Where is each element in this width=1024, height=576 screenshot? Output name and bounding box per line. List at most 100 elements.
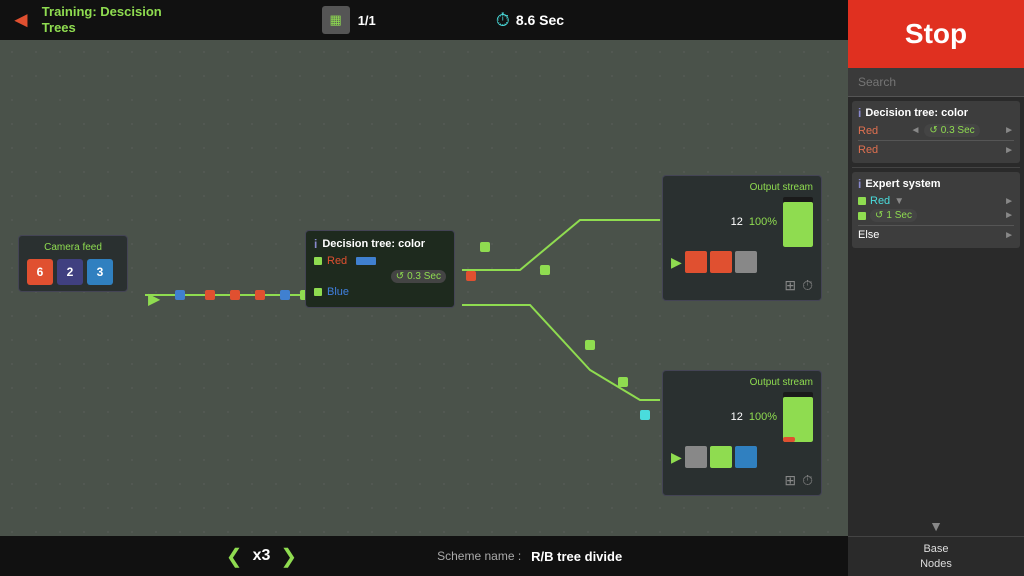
panel-expert-row-1: Red ▼ ► (858, 195, 1014, 207)
panel-row-red-1: Red ◄ 0.3 Sec ► (858, 124, 1014, 137)
header-center: ▦ 1/1 (322, 6, 376, 34)
output-stream-bottom[interactable]: Output stream 12 100% ▶ ⊞ ⏱ (662, 370, 822, 496)
panel-else-label: Else (858, 229, 879, 241)
output-top-layers-icon[interactable]: ⊞ (784, 277, 796, 294)
panel-expert-row-3: Else ► (858, 229, 1014, 241)
output-top-play: ▶ (671, 254, 682, 271)
chevron-right[interactable]: ❯ (280, 544, 297, 569)
output-top-clock-icon[interactable]: ⏱ (802, 277, 813, 294)
connector-mid-2 (585, 340, 595, 350)
panel-arrow-1: ◄ (910, 125, 920, 136)
connector-top-1 (540, 265, 550, 275)
decision-node-header: i Decision tree: color (314, 237, 446, 251)
panel-divider-2 (858, 225, 1014, 226)
header-bar: ◄ Training: Descision Trees ▦ 1/1 ⏱ 8.6 … (0, 0, 848, 40)
camera-feed-node[interactable]: Camera feed 6 2 3 (18, 235, 128, 292)
output-top-title: Output stream (671, 182, 813, 193)
panel-arrow-4: ► (1004, 196, 1014, 207)
connector-bottom-1 (640, 410, 650, 420)
decision-blue-row: Blue (314, 286, 446, 298)
panel-scroll[interactable]: i Decision tree: color Red ◄ 0.3 Sec ► R… (848, 97, 1024, 516)
panel-scroll-controls: ▼ (848, 516, 1024, 536)
connector-mid-red (466, 271, 476, 281)
decision-red-row: Red (314, 255, 446, 267)
panel-arrow-2: ► (1004, 125, 1014, 136)
flow-canvas[interactable]: Camera feed 6 2 3 ▶ i Decision tree: col… (0, 40, 848, 536)
cam-icon-3: 3 (87, 259, 113, 285)
panel-dropdown-arrow[interactable]: ▼ (894, 196, 904, 207)
count-icon: ▦ (322, 6, 350, 34)
cam-icon-6: 6 (27, 259, 53, 285)
panel-green-dot (858, 197, 866, 205)
connector-sq-2 (205, 290, 215, 300)
panel-label-red-1: Red (858, 125, 886, 137)
camera-feed-title: Camera feed (27, 242, 119, 253)
connector-sq-5 (280, 290, 290, 300)
multiplier-display: x3 (253, 547, 271, 565)
output-bottom-count: 12 (731, 411, 743, 423)
panel-card-title-2: Expert system (865, 178, 940, 190)
panel-row-red-2: Red ► (858, 144, 1014, 156)
timer-value: 8.6 Sec (516, 12, 564, 28)
panel-divider-1 (858, 140, 1014, 141)
camera-feed-icons: 6 2 3 (27, 259, 119, 285)
panel-info-badge-2[interactable]: i (858, 177, 861, 191)
connector-mid-top (480, 242, 490, 252)
panel-expert-red: Red (870, 195, 890, 207)
decision-tree-node[interactable]: i Decision tree: color Red 0.3 Sec Blue (305, 230, 455, 308)
output-top-stats: 12 100% (671, 197, 813, 247)
decision-timer: 0.3 Sec (391, 270, 446, 283)
decision-node-title: Decision tree: color (322, 238, 425, 250)
output-bottom-play: ▶ (671, 449, 682, 466)
panel-green-dot-2 (858, 212, 866, 220)
scroll-down-arrow[interactable]: ▼ (929, 519, 943, 533)
decision-timer-row: 0.3 Sec (314, 270, 446, 283)
panel-card-title-1: Decision tree: color (865, 107, 968, 119)
decision-blue-label: Blue (327, 286, 349, 298)
panel-card-header-1: i Decision tree: color (858, 106, 1014, 120)
output-bottom-title: Output stream (671, 377, 813, 388)
output-bottom-bottom: ⊞ ⏱ (671, 472, 813, 489)
output-top-count: 12 (731, 216, 743, 228)
bottom-bar: ❮ x3 ❯ Scheme name : R/B tree divide (0, 536, 848, 576)
panel-decision-tree-card[interactable]: i Decision tree: color Red ◄ 0.3 Sec ► R… (852, 101, 1020, 163)
panel-card-header-2: i Expert system (858, 177, 1014, 191)
play-arrow-camera: ▶ (148, 289, 160, 309)
panel-arrow-6: ► (1004, 230, 1014, 241)
right-panel: Stop i Decision tree: color Red ◄ 0.3 Se… (848, 0, 1024, 576)
timer-display: ⏱ 8.6 Sec (496, 10, 564, 31)
connector-sq-1 (175, 290, 185, 300)
cam-icon-2: 2 (57, 259, 83, 285)
search-input[interactable] (848, 68, 1024, 97)
stop-button[interactable]: Stop (848, 0, 1024, 68)
back-button[interactable]: ◄ (10, 7, 32, 33)
output-top-pct: 100% (749, 216, 777, 228)
connector-sq-4 (255, 290, 265, 300)
page-title: Training: Descision Trees (42, 4, 162, 35)
connector-bottom-2 (618, 377, 628, 387)
scheme-label: Scheme name : (437, 549, 521, 563)
section-divider (852, 167, 1020, 168)
output-bottom-bar (783, 392, 813, 442)
panel-arrow-5: ► (1004, 210, 1014, 221)
output-bottom-pct: 100% (749, 411, 777, 423)
output-bottom-layers-icon[interactable]: ⊞ (784, 472, 796, 489)
output-bottom-clock-icon[interactable]: ⏱ (802, 472, 813, 489)
chevron-left[interactable]: ❮ (226, 544, 243, 569)
base-nodes-button[interactable]: BaseNodes (848, 536, 1024, 576)
panel-timer-2: 1 Sec (870, 209, 917, 222)
panel-expert-card[interactable]: i Expert system Red ▼ ► 1 Sec ► Else ► (852, 172, 1020, 248)
output-top-bar (783, 197, 813, 247)
decision-red-label: Red (327, 255, 347, 267)
output-stream-top[interactable]: Output stream 12 100% ▶ ⊞ ⏱ (662, 175, 822, 301)
connector-sq-3 (230, 290, 240, 300)
panel-info-badge-1[interactable]: i (858, 106, 861, 120)
output-top-bottom: ⊞ ⏱ (671, 277, 813, 294)
output-bottom-stats: 12 100% (671, 392, 813, 442)
count-display: 1/1 (358, 13, 376, 28)
output-top-icons: ▶ (671, 251, 813, 273)
output-bottom-icons: ▶ (671, 446, 813, 468)
scheme-name: R/B tree divide (531, 549, 622, 564)
panel-label-red-2: Red (858, 144, 886, 156)
info-badge[interactable]: i (314, 237, 317, 251)
